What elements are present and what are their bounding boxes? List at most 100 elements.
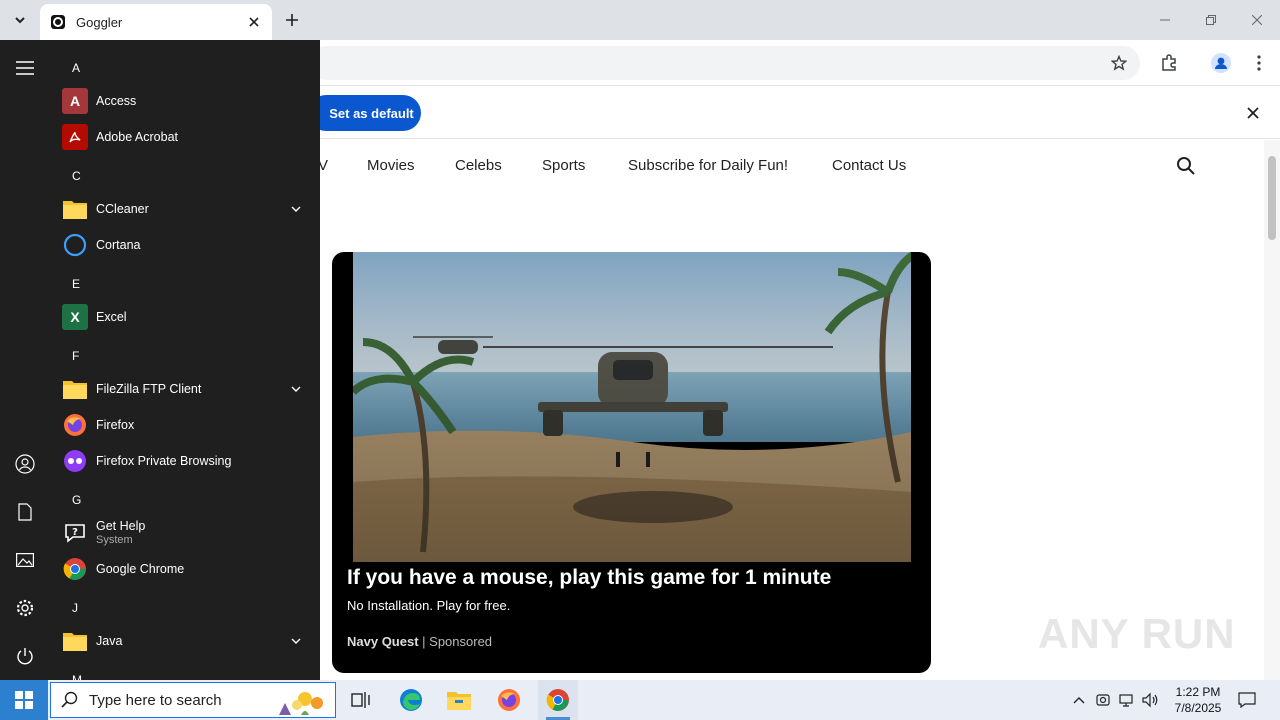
- group-letter-c[interactable]: C: [72, 169, 81, 183]
- app-firefox-private[interactable]: Firefox Private Browsing: [62, 443, 310, 479]
- group-letter-j[interactable]: J: [72, 601, 78, 615]
- close-tab-icon[interactable]: [246, 14, 262, 30]
- app-label: Firefox Private Browsing: [96, 454, 232, 468]
- tab-title: Goggler: [76, 14, 123, 30]
- task-view-icon[interactable]: [346, 685, 376, 715]
- app-label: Get Help System: [96, 519, 145, 547]
- anyrun-watermark: ANY RUN: [1038, 610, 1236, 657]
- search-highlight-flowers-icon: [279, 692, 323, 715]
- app-label: Access: [96, 94, 137, 108]
- firefox-taskbar-icon[interactable]: [494, 685, 524, 715]
- address-bar[interactable]: [310, 46, 1140, 80]
- group-letter-m[interactable]: M: [72, 673, 82, 680]
- restore-button[interactable]: [1188, 0, 1234, 40]
- firefox-icon: [62, 412, 88, 438]
- access-icon: A: [62, 88, 88, 114]
- volume-icon[interactable]: [1142, 691, 1160, 709]
- settings-gear-icon[interactable]: [14, 597, 36, 619]
- notifications-icon[interactable]: [1238, 691, 1256, 709]
- nav-item-sports[interactable]: Sports: [542, 157, 585, 174]
- search-icon[interactable]: [1176, 156, 1196, 176]
- hamburger-menu-icon[interactable]: [14, 57, 36, 79]
- profile-avatar-icon[interactable]: [1210, 52, 1232, 74]
- minimize-icon: [1160, 19, 1170, 21]
- app-google-chrome[interactable]: Google Chrome: [62, 551, 310, 587]
- clock-date: 7/8/2025: [1174, 701, 1222, 715]
- ad-helicopter-image: [353, 252, 911, 562]
- nav-item-contact[interactable]: Contact Us: [832, 157, 906, 174]
- app-label: Java: [96, 634, 123, 648]
- group-letter-a[interactable]: A: [72, 61, 80, 75]
- svg-text:?: ?: [72, 527, 78, 538]
- start-menu: A A Access Adobe Acrobat C CCleaner Cort…: [0, 40, 320, 680]
- group-letter-e[interactable]: E: [72, 277, 80, 291]
- taskbar-search-box[interactable]: Type here to search: [50, 682, 336, 718]
- app-label: Google Chrome: [96, 562, 185, 576]
- ad-source-name: Navy Quest: [347, 634, 419, 649]
- app-ccleaner[interactable]: CCleaner: [62, 191, 310, 227]
- nav-item-movies[interactable]: Movies: [367, 157, 415, 174]
- app-java[interactable]: Java: [62, 623, 310, 659]
- chevron-down-icon[interactable]: [290, 203, 302, 215]
- ad-title[interactable]: If you have a mouse, play this game for …: [347, 566, 831, 590]
- excel-icon: X: [62, 304, 88, 330]
- taskbar-search-placeholder: Type here to search: [89, 691, 222, 709]
- folder-icon: [62, 628, 88, 654]
- close-icon: [1252, 15, 1262, 25]
- infobar-close-icon[interactable]: [1244, 104, 1262, 122]
- meet-now-icon[interactable]: [1094, 691, 1112, 709]
- app-cortana[interactable]: Cortana: [62, 227, 310, 263]
- windows-logo-icon: [15, 691, 33, 709]
- extensions-icon[interactable]: [1158, 52, 1180, 74]
- bookmark-star-icon[interactable]: [1108, 52, 1130, 74]
- minimize-button[interactable]: [1142, 0, 1188, 40]
- ad-subtitle: No Installation. Play for free.: [347, 598, 511, 613]
- pictures-icon[interactable]: [14, 549, 36, 571]
- app-firefox[interactable]: Firefox: [62, 407, 310, 443]
- network-icon[interactable]: [1118, 691, 1136, 709]
- acrobat-icon: [62, 124, 88, 150]
- get-help-icon: ?: [62, 520, 88, 546]
- chrome-taskbar-icon[interactable]: [543, 685, 573, 715]
- nav-item-subscribe[interactable]: Subscribe for Daily Fun!: [628, 157, 788, 174]
- chevron-down-icon: [15, 17, 25, 24]
- tab-search-button[interactable]: [6, 6, 34, 34]
- file-explorer-icon[interactable]: [444, 685, 474, 715]
- group-letter-f[interactable]: F: [72, 349, 79, 363]
- app-get-help[interactable]: ? Get Help System: [62, 515, 310, 551]
- start-button[interactable]: [0, 680, 48, 720]
- search-icon: [61, 691, 78, 708]
- group-letter-g[interactable]: G: [72, 493, 81, 507]
- new-tab-button[interactable]: [280, 8, 304, 32]
- taskbar-clock[interactable]: 1:22 PM 7/8/2025: [1168, 684, 1228, 716]
- set-as-default-button[interactable]: Set as default: [308, 95, 421, 131]
- tray-overflow-chevron-icon[interactable]: [1070, 691, 1088, 709]
- app-label: CCleaner: [96, 202, 149, 216]
- edge-icon[interactable]: [396, 685, 426, 715]
- plus-icon: [286, 14, 298, 26]
- app-filezilla[interactable]: FileZilla FTP Client: [62, 371, 310, 407]
- app-label: Excel: [96, 310, 127, 324]
- sponsored-ad-card[interactable]: If you have a mouse, play this game for …: [332, 252, 931, 673]
- power-icon[interactable]: [14, 645, 36, 667]
- user-account-icon[interactable]: [14, 453, 36, 475]
- folder-icon: [62, 376, 88, 402]
- close-window-button[interactable]: [1234, 0, 1280, 40]
- nav-item-celebs[interactable]: Celebs: [455, 157, 502, 174]
- app-access[interactable]: A Access: [62, 83, 310, 119]
- cortana-icon: [62, 232, 88, 258]
- ad-sponsored-label: Sponsored: [429, 634, 493, 649]
- app-excel[interactable]: X Excel: [62, 299, 310, 335]
- chevron-down-icon[interactable]: [290, 635, 302, 647]
- clock-time: 1:22 PM: [1175, 685, 1221, 699]
- browser-tab[interactable]: Goggler: [40, 4, 272, 40]
- page-scrollbar[interactable]: [1264, 140, 1280, 680]
- app-adobe-acrobat[interactable]: Adobe Acrobat: [62, 119, 310, 155]
- chevron-down-icon[interactable]: [290, 383, 302, 395]
- start-menu-rail: [0, 40, 50, 680]
- documents-icon[interactable]: [14, 501, 36, 523]
- more-menu-icon[interactable]: [1248, 52, 1270, 74]
- scrollbar-thumb[interactable]: [1268, 156, 1276, 240]
- goggler-favicon-icon: [51, 15, 65, 29]
- folder-icon: [62, 196, 88, 222]
